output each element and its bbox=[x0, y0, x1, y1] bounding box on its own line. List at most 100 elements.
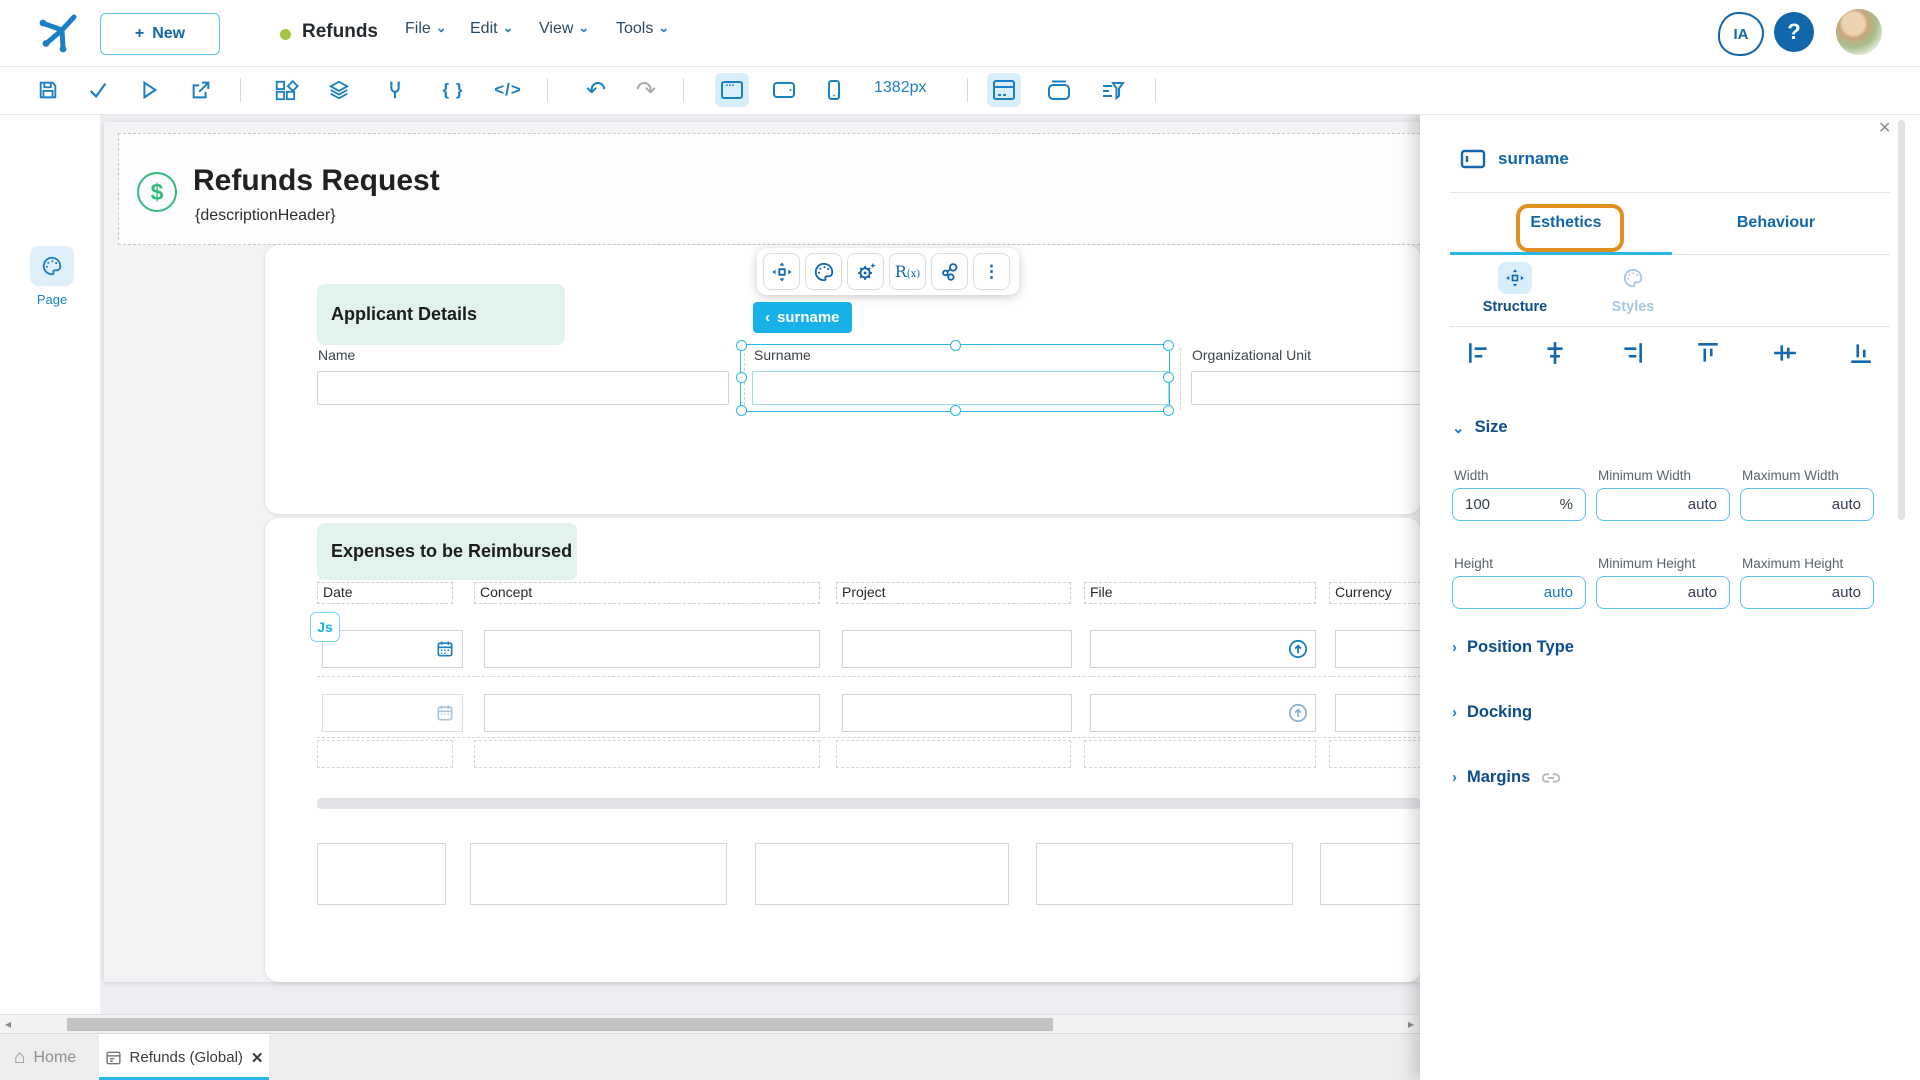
export-icon[interactable] bbox=[184, 73, 218, 107]
source-code-icon[interactable]: </> bbox=[491, 73, 525, 107]
empty-cell[interactable] bbox=[317, 740, 453, 768]
tab-refunds-global[interactable]: Refunds (Global) ✕ bbox=[99, 1034, 269, 1080]
browser-preview-icon[interactable] bbox=[987, 73, 1021, 107]
form-subtitle[interactable]: {descriptionHeader} bbox=[195, 207, 336, 225]
column-header-concept[interactable]: Concept bbox=[474, 582, 820, 604]
undo-icon[interactable]: ↶ bbox=[579, 73, 613, 107]
link-icon[interactable] bbox=[1540, 771, 1562, 785]
column-header-date[interactable]: Date bbox=[317, 582, 453, 604]
placeholder-cell[interactable] bbox=[1320, 843, 1421, 905]
horizontal-scrollbar[interactable]: ◂ ▸ bbox=[0, 1014, 1424, 1034]
placeholder-cell[interactable] bbox=[755, 843, 1009, 905]
calendar-icon[interactable] bbox=[435, 639, 455, 659]
max-height-input[interactable]: auto bbox=[1740, 576, 1874, 609]
file-input[interactable] bbox=[1090, 694, 1316, 732]
move-widget-icon[interactable] bbox=[763, 253, 800, 290]
date-input[interactable] bbox=[322, 694, 463, 732]
properties-gear-icon[interactable] bbox=[847, 253, 884, 290]
tablet-view-icon[interactable] bbox=[767, 73, 801, 107]
align-center-horizontal-icon[interactable] bbox=[1540, 338, 1570, 368]
concept-input[interactable] bbox=[484, 694, 820, 732]
placeholder-cell[interactable] bbox=[317, 843, 446, 905]
project-input[interactable] bbox=[842, 694, 1072, 732]
empty-cell[interactable] bbox=[474, 740, 820, 768]
empty-cell[interactable] bbox=[1329, 740, 1421, 768]
align-right-icon[interactable] bbox=[1617, 338, 1647, 368]
size-section-header[interactable]: ⌄ Size bbox=[1452, 418, 1508, 437]
tab-behaviour[interactable]: Behaviour bbox=[1670, 214, 1882, 232]
menu-tools[interactable]: Tools⌄ bbox=[616, 20, 669, 38]
braces-icon[interactable]: { } bbox=[436, 73, 470, 107]
orgunit-input[interactable] bbox=[1191, 371, 1423, 405]
scroll-left-icon[interactable]: ◂ bbox=[5, 1017, 11, 1031]
selected-widget-chip[interactable]: ‹ surname bbox=[753, 302, 852, 333]
align-bottom-icon[interactable] bbox=[1846, 338, 1876, 368]
save-icon[interactable] bbox=[31, 73, 65, 107]
widgets-icon[interactable] bbox=[268, 73, 302, 107]
viewport-width-value[interactable]: 1382px bbox=[874, 79, 927, 97]
column-header-file[interactable]: File bbox=[1084, 582, 1316, 604]
upload-icon[interactable] bbox=[1288, 703, 1308, 723]
help-icon[interactable]: ? bbox=[1774, 12, 1814, 52]
menu-edit[interactable]: Edit⌄ bbox=[470, 20, 513, 38]
expenses-section-title[interactable]: Expenses to be Reimbursed bbox=[317, 523, 577, 580]
currency-input[interactable] bbox=[1335, 694, 1421, 732]
panel-scrollbar[interactable] bbox=[1898, 120, 1905, 520]
field-label-name[interactable]: Name bbox=[318, 347, 355, 363]
calendar-icon[interactable] bbox=[435, 703, 455, 723]
selection-outline[interactable] bbox=[740, 344, 1170, 412]
connector-icon[interactable] bbox=[378, 73, 412, 107]
menu-file[interactable]: File⌄ bbox=[405, 20, 447, 38]
js-event-badge[interactable]: Js bbox=[310, 612, 340, 642]
subtab-styles[interactable]: Styles bbox=[1578, 262, 1688, 315]
new-button[interactable]: + New bbox=[100, 13, 220, 55]
field-label-orgunit[interactable]: Organizational Unit bbox=[1192, 347, 1311, 363]
styles-palette-icon[interactable] bbox=[805, 253, 842, 290]
scroll-right-icon[interactable]: ▸ bbox=[1408, 1017, 1414, 1031]
column-header-currency[interactable]: Currency bbox=[1329, 582, 1421, 604]
more-options-icon[interactable]: ⋮ bbox=[973, 253, 1010, 290]
ai-assistant-badge[interactable]: IA bbox=[1718, 12, 1764, 56]
subtab-structure[interactable]: Structure bbox=[1460, 262, 1570, 315]
desktop-view-icon[interactable] bbox=[715, 73, 749, 107]
min-height-input[interactable]: auto bbox=[1596, 576, 1730, 609]
applicant-section-title[interactable]: Applicant Details bbox=[317, 284, 565, 345]
tab-window-icon[interactable] bbox=[1042, 73, 1076, 107]
align-left-icon[interactable] bbox=[1464, 338, 1494, 368]
file-input[interactable] bbox=[1090, 630, 1316, 668]
user-avatar[interactable] bbox=[1836, 9, 1882, 55]
close-tab-icon[interactable]: ✕ bbox=[251, 1049, 264, 1067]
share-connections-icon[interactable] bbox=[931, 253, 968, 290]
project-input[interactable] bbox=[842, 630, 1072, 668]
margins-section-header[interactable]: › Margins bbox=[1452, 768, 1562, 787]
scrollbar-thumb[interactable] bbox=[67, 1018, 1053, 1031]
check-icon[interactable] bbox=[81, 73, 115, 107]
concept-input[interactable] bbox=[484, 630, 820, 668]
max-width-input[interactable]: auto bbox=[1740, 488, 1874, 521]
layers-icon[interactable] bbox=[322, 73, 356, 107]
empty-cell[interactable] bbox=[1084, 740, 1316, 768]
rules-rx-icon[interactable]: R(x) bbox=[889, 253, 926, 290]
form-title[interactable]: Refunds Request bbox=[193, 164, 440, 198]
close-panel-icon[interactable]: ✕ bbox=[1878, 118, 1891, 138]
redo-icon[interactable]: ↷ bbox=[629, 73, 663, 107]
page-palette-icon[interactable] bbox=[30, 246, 74, 286]
app-logo-icon[interactable] bbox=[36, 12, 78, 54]
column-header-project[interactable]: Project bbox=[836, 582, 1071, 604]
align-middle-icon[interactable] bbox=[1770, 338, 1800, 368]
tab-home[interactable]: ⌂ Home bbox=[14, 1034, 76, 1080]
currency-input[interactable] bbox=[1335, 630, 1421, 668]
width-input[interactable]: 100% bbox=[1452, 488, 1586, 521]
placeholder-cell[interactable] bbox=[470, 843, 727, 905]
position-type-section-header[interactable]: › Position Type bbox=[1452, 638, 1574, 657]
menu-view[interactable]: View⌄ bbox=[539, 20, 589, 38]
date-input[interactable] bbox=[322, 630, 463, 668]
docking-section-header[interactable]: › Docking bbox=[1452, 703, 1532, 722]
name-input[interactable] bbox=[317, 371, 729, 405]
phone-view-icon[interactable] bbox=[817, 73, 851, 107]
run-icon[interactable] bbox=[132, 73, 166, 107]
height-input[interactable]: auto bbox=[1452, 576, 1586, 609]
filter-icon[interactable] bbox=[1096, 73, 1130, 107]
empty-cell[interactable] bbox=[836, 740, 1071, 768]
align-top-icon[interactable] bbox=[1693, 338, 1723, 368]
